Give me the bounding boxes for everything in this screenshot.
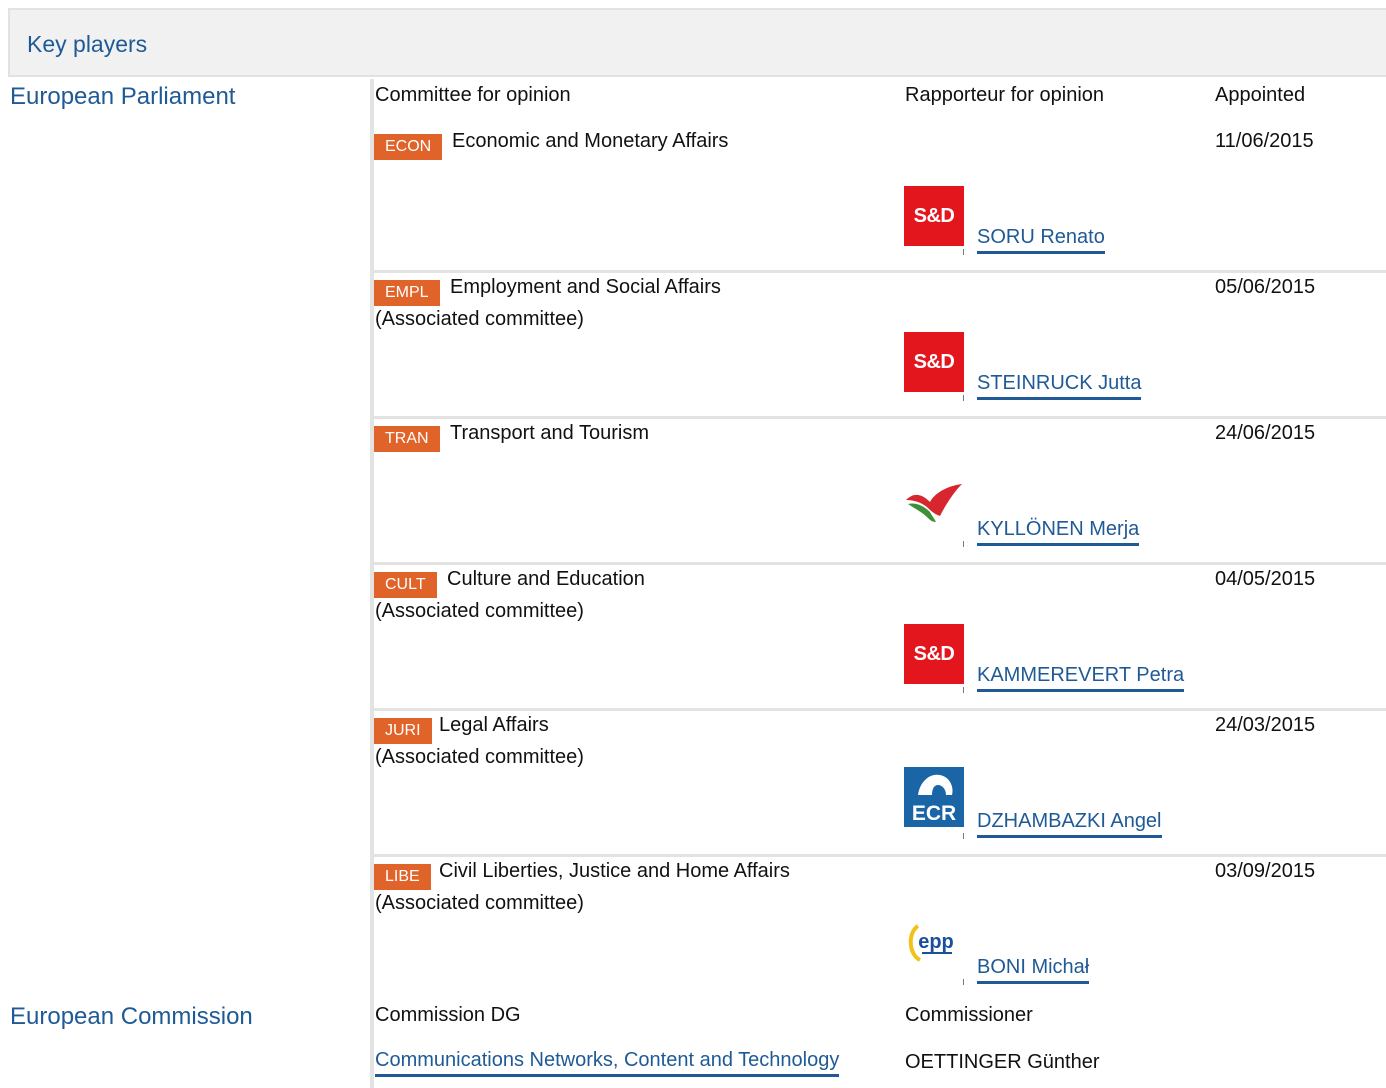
appointed-date: 24/06/2015 [1215,422,1316,444]
associated-label: (Associated committee) [375,308,584,330]
associated-label: (Associated committee) [375,746,584,768]
associated-label: (Associated committee) [375,892,584,914]
gue-ngl-logo [904,478,964,538]
associated-label: (Associated committee) [375,600,584,622]
svg-text:ECR: ECR [912,802,956,825]
header-appointed: Appointed [1215,84,1306,106]
logo-tick [963,249,964,255]
sd-logo: S&D [904,332,964,392]
institution-label-commission[interactable]: European Commission [10,1003,253,1031]
header-commissioner: Commissioner [905,1004,1033,1026]
rapporteur-link[interactable]: BONI Michał [977,955,1090,984]
sd-logo: S&D [904,624,964,684]
ecr-logo: ECR [904,767,964,827]
appointed-date: 24/03/2015 [1215,714,1316,736]
header-committee: Committee for opinion [375,84,571,106]
committee-row: JURI Legal Affairs (Associated committee… [374,711,1386,857]
logo-tick [963,395,964,401]
committee-name: Transport and Tourism [450,422,649,444]
header-rapporteur: Rapporteur for opinion [905,84,1105,106]
institution-label-parliament[interactable]: European Parliament [10,83,235,111]
committee-row: LIBE Civil Liberties, Justice and Home A… [374,857,1386,997]
rapporteur-link[interactable]: KAMMEREVERT Petra [977,663,1185,692]
appointed-date: 03/09/2015 [1215,860,1316,882]
committee-row: CULT Culture and Education (Associated c… [374,565,1386,711]
committee-code-badge[interactable]: LIBE [374,864,431,890]
committee-code-badge[interactable]: TRAN [374,426,440,452]
logo-tick [963,833,964,839]
committee-code-badge[interactable]: ECON [374,134,443,160]
appointed-date: 11/06/2015 [1215,130,1314,152]
rapporteur-link[interactable]: STEINRUCK Jutta [977,371,1142,400]
commissioner-name: OETTINGER Günther [905,1051,1100,1073]
committee-code-badge[interactable]: CULT [374,572,437,598]
committee-name: Legal Affairs [439,714,549,736]
sd-logo: S&D [904,186,964,246]
rapporteur-link[interactable]: DZHAMBAZKI Angel [977,809,1162,838]
committee-row: TRAN Transport and Tourism 24/06/2015 KY… [374,419,1386,565]
rapporteur-link[interactable]: SORU Renato [977,225,1105,254]
header-commission-dg: Commission DG [375,1004,521,1026]
appointed-date: 05/06/2015 [1215,276,1316,298]
committee-row: ECON Economic and Monetary Affairs 11/06… [374,127,1386,273]
rapporteur-link[interactable]: KYLLÖNEN Merja [977,517,1140,546]
committee-name: Employment and Social Affairs [450,276,721,298]
appointed-date: 04/05/2015 [1215,568,1316,590]
logo-tick [963,687,964,693]
committee-name: Culture and Education [447,568,645,590]
committee-code-badge[interactable]: EMPL [374,280,440,306]
key-players-header: Key players [8,8,1386,77]
logo-tick [963,541,964,547]
logo-tick [963,979,964,985]
committee-row: EMPL Employment and Social Affairs (Asso… [374,273,1386,419]
commission-dg-link[interactable]: Communications Networks, Content and Tec… [375,1048,840,1077]
committee-code-badge[interactable]: JURI [374,718,432,744]
section-title: Key players [27,31,148,57]
committee-name: Economic and Monetary Affairs [452,130,729,152]
epp-logo: epp [904,914,964,974]
committee-name: Civil Liberties, Justice and Home Affair… [439,860,790,882]
svg-text:epp: epp [918,931,954,953]
